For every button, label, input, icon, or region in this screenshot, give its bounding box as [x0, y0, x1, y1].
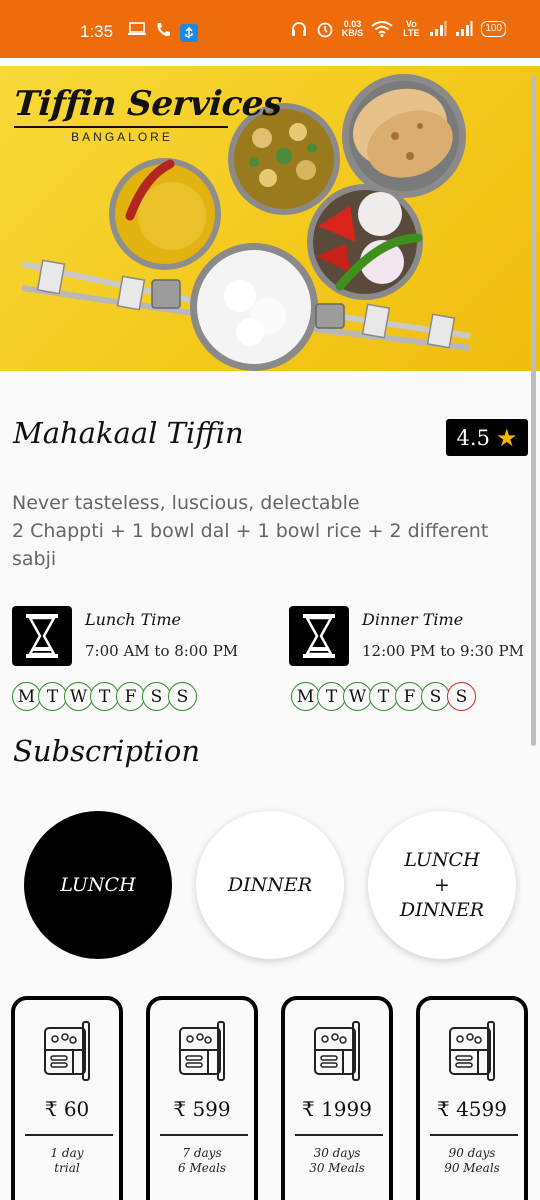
lunch-day-sun: S	[168, 682, 197, 711]
tiffin-box-icon	[179, 1021, 225, 1081]
plan-duration: 30 days 30 Meals	[285, 1146, 389, 1176]
lunch-day-sat: S	[142, 682, 171, 711]
plan-duration: 90 days 90 Meals	[420, 1146, 524, 1176]
lunch-day-tue: T	[38, 682, 67, 711]
laptop-icon	[128, 22, 146, 35]
hero-banner: Tiffin Services BANGALORE	[0, 66, 540, 371]
plan-card[interactable]: ₹ 599 7 days 6 Meals	[146, 996, 258, 1200]
headset-icon	[291, 22, 306, 36]
star-icon: ★	[495, 423, 518, 452]
logo-subtitle: BANGALORE	[71, 130, 173, 144]
restaurant-description: Never tasteless, luscious, delectable 2 …	[12, 492, 489, 570]
lunch-day-fri: F	[116, 682, 145, 711]
logo-underline	[14, 126, 228, 128]
plan-divider	[430, 1134, 518, 1136]
lunch-day-wed: W	[64, 682, 93, 711]
plan-card[interactable]: ₹ 1999 30 days 30 Meals	[281, 996, 393, 1200]
plan-meals: 6 Meals	[178, 1161, 226, 1175]
net-speed: 0.03 KB/S	[342, 20, 364, 38]
tiffin-box-icon	[44, 1021, 90, 1081]
dinner-timing: Dinner Time 12:00 PM to 9:30 PM	[289, 606, 539, 666]
plan-meals: 90 Meals	[444, 1161, 500, 1175]
lunch-days: M T W T F S S	[12, 682, 197, 711]
lunch-day-mon: M	[12, 682, 41, 711]
lunch-day-thu: T	[90, 682, 119, 711]
status-right-group: 0.03 KB/S Vo LTE 100	[290, 20, 506, 38]
hourglass-icon	[289, 606, 349, 666]
plan-duration: 7 days 6 Meals	[150, 1146, 254, 1176]
usb-debug-icon	[180, 24, 198, 42]
dinner-day-fri: F	[395, 682, 424, 711]
plan-card[interactable]: ₹ 60 1 day trial	[11, 996, 123, 1200]
status-time: 1:35	[80, 22, 114, 41]
signal-icon-2	[456, 21, 473, 36]
phone-icon	[157, 23, 170, 37]
dinner-time-value: 12:00 PM to 9:30 PM	[362, 642, 524, 660]
meal-type-dinner-button[interactable]: DINNER	[196, 811, 344, 959]
rating-value: 4.5	[456, 425, 490, 450]
hourglass-icon	[12, 606, 72, 666]
status-bar: 1:35 0.03 KB/S Vo LTE 100	[0, 0, 540, 58]
net-speed-unit: KB/S	[341, 28, 364, 38]
dinner-time-label: Dinner Time	[362, 610, 464, 629]
plan-card[interactable]: ₹ 4599 90 days 90 Meals	[416, 996, 528, 1200]
plan-divider	[295, 1134, 383, 1136]
lunch-time-value: 7:00 AM to 8:00 PM	[85, 642, 239, 660]
plan-days: 7 days	[182, 1146, 222, 1160]
plan-price: ₹ 60	[44, 1097, 90, 1121]
meal-type-lunch-dinner-button[interactable]: LUNCH + DINNER	[368, 811, 516, 959]
restaurant-name: Mahakaal Tiffin	[13, 416, 244, 450]
battery-indicator: 100	[481, 21, 506, 37]
logo-title: Tiffin Services	[12, 84, 284, 124]
plan-meals: 30 Meals	[309, 1161, 365, 1175]
plan-duration: 1 day trial	[15, 1146, 119, 1176]
plan-days: 1 day	[50, 1146, 84, 1160]
plan-divider	[25, 1134, 113, 1136]
tiffin-box-icon	[449, 1021, 495, 1081]
dinner-day-tue: T	[317, 682, 346, 711]
wifi-icon	[371, 21, 393, 37]
lunch-timing: Lunch Time 7:00 AM to 8:00 PM	[12, 606, 262, 666]
signal-icon-1	[430, 21, 447, 36]
plan-meals: trial	[54, 1161, 80, 1175]
plan-days: 90 days	[448, 1146, 496, 1160]
rating-badge: 4.5 ★	[446, 419, 528, 456]
meal-type-lunch-button[interactable]: LUNCH	[24, 811, 172, 959]
plan-days: 30 days	[313, 1146, 361, 1160]
plan-price: ₹ 1999	[302, 1097, 372, 1121]
brand-logo: Tiffin Services BANGALORE	[12, 84, 284, 144]
volte-badge: Vo LTE	[403, 19, 420, 38]
dinner-day-thu: T	[369, 682, 398, 711]
dinner-day-wed: W	[343, 682, 372, 711]
dinner-days: M T W T F S S	[291, 682, 476, 711]
alarm-icon	[317, 22, 333, 38]
dinner-day-sun: S	[447, 682, 476, 711]
tiffin-box-icon	[314, 1021, 360, 1081]
dinner-day-mon: M	[291, 682, 320, 711]
plan-divider	[160, 1134, 248, 1136]
plan-price: ₹ 599	[173, 1097, 231, 1121]
dinner-day-sat: S	[421, 682, 450, 711]
lunch-time-label: Lunch Time	[85, 610, 182, 629]
plan-price: ₹ 4599	[437, 1097, 507, 1121]
subscription-title: Subscription	[13, 734, 200, 768]
